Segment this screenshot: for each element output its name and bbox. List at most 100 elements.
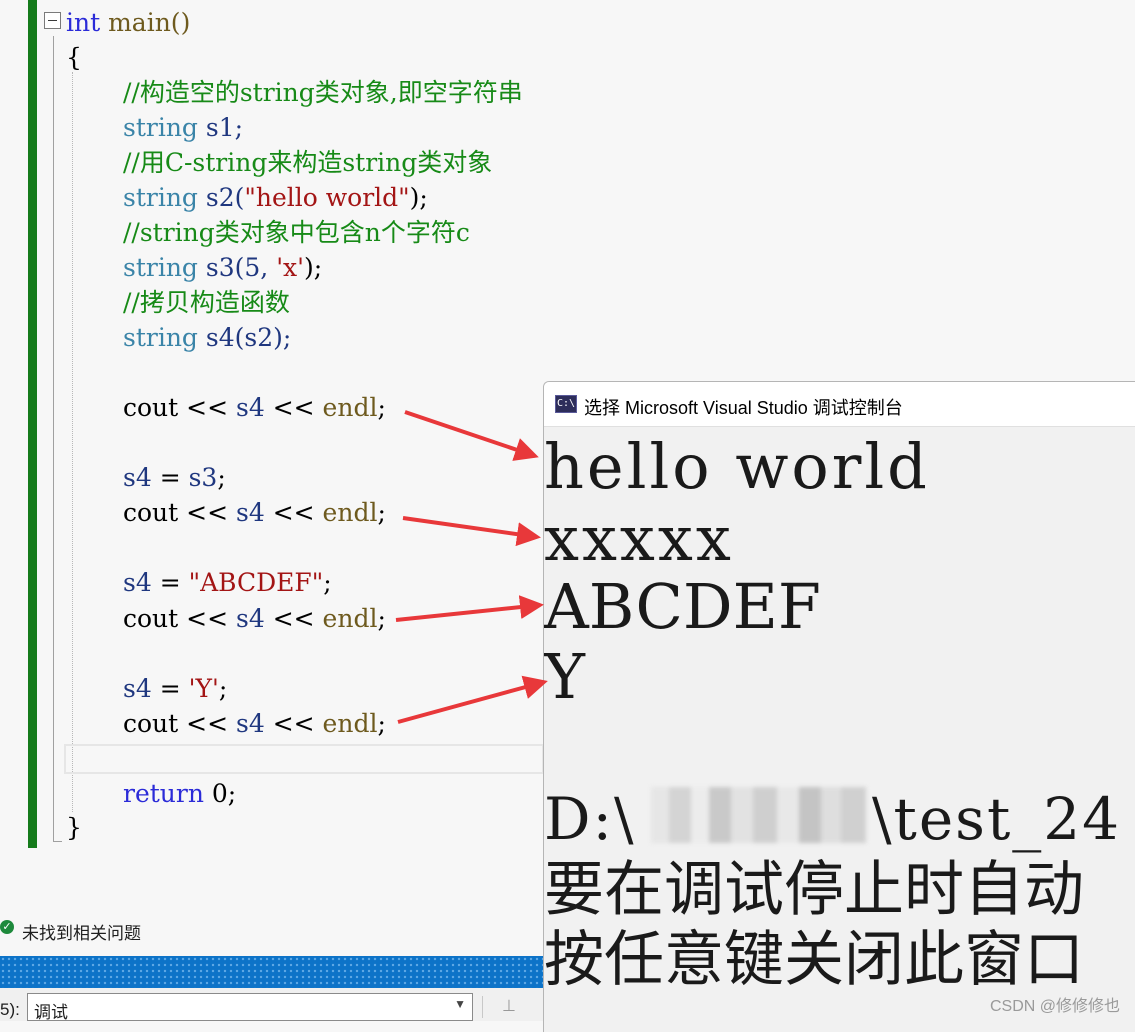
code-line-cout-4[interactable]: cout << s4 << endl;: [123, 706, 386, 741]
keyword-return: return: [123, 779, 204, 808]
identifier-s4: s4: [236, 498, 265, 527]
stream-operator: <<: [264, 498, 323, 527]
debug-console-window[interactable]: C:\ 选择 Microsoft Visual Studio 调试控制台 hel…: [543, 381, 1135, 1032]
string-literal: "hello world": [244, 183, 410, 212]
type-string: string: [123, 253, 198, 282]
stream-operator: <<: [264, 604, 323, 633]
clear-output-icon[interactable]: ⊥: [496, 996, 522, 1018]
char-literal: 'Y': [188, 674, 219, 703]
code-line-return[interactable]: return 0;: [123, 776, 236, 811]
watermark: CSDN @修修修也: [989, 998, 1120, 1015]
console-output-line: ABCDEF: [544, 570, 821, 643]
output-source-label: 5):: [0, 1000, 20, 1019]
function-main: main(): [100, 8, 191, 37]
endl-token: endl: [322, 393, 378, 422]
code-line-comment-1[interactable]: //构造空的string类对象,即空字符串: [123, 75, 523, 110]
collapse-toggle-icon[interactable]: [44, 12, 61, 29]
current-line-highlight: [64, 744, 544, 774]
code-line-s3[interactable]: string s3(5, 'x');: [123, 250, 322, 285]
console-message-line: 按任意键关闭此窗口: [544, 925, 1084, 995]
semicolon: ;: [323, 568, 332, 597]
semicolon: ;: [217, 463, 226, 492]
semicolon: ;: [377, 498, 386, 527]
console-title-bar[interactable]: C:\ 选择 Microsoft Visual Studio 调试控制台: [544, 382, 1135, 427]
fold-guide-end: [53, 841, 62, 842]
semicolon: ;: [377, 393, 386, 422]
type-string: string: [123, 113, 198, 142]
console-path-prefix: D:\: [544, 785, 636, 853]
code-line-main[interactable]: int main(): [66, 5, 190, 40]
console-output-line: Y: [544, 640, 585, 713]
stream-operator: <<: [178, 604, 236, 633]
semicolon: ;: [218, 674, 228, 703]
code-line-comment-3[interactable]: //string类对象中包含n个字符c: [123, 215, 470, 250]
output-source-select[interactable]: 调试 ▼: [27, 993, 473, 1022]
semicolon: ;: [377, 709, 386, 738]
code-line-cout-3[interactable]: cout << s4 << endl;: [123, 601, 386, 636]
code-line-assign-chr[interactable]: s4 = 'Y';: [123, 671, 227, 706]
output-source-value: 调试: [34, 1003, 68, 1022]
string-literal: "ABCDEF": [188, 568, 324, 597]
identifier-s4: s4: [236, 709, 265, 738]
identifier-s3: s3(5,: [197, 253, 277, 282]
endl-token: endl: [322, 709, 378, 738]
console-message-line: 要在调试停止时自动: [544, 855, 1084, 925]
console-path-suffix: \test_24: [872, 785, 1122, 853]
assign-operator: =: [151, 568, 189, 597]
panel-header-bar: [0, 956, 544, 988]
cout-token: cout: [123, 393, 179, 422]
identifier-s4: s4: [123, 674, 152, 703]
keyword-int: int: [66, 8, 101, 37]
code-line-cout-2[interactable]: cout << s4 << endl;: [123, 495, 386, 530]
open-brace: {: [66, 43, 82, 72]
assign-operator: =: [151, 463, 189, 492]
identifier-s1: s1;: [197, 113, 244, 142]
comment-text: //string类对象中包含n个字符c: [123, 218, 470, 247]
console-title: 选择 Microsoft Visual Studio 调试控制台: [584, 398, 903, 418]
identifier-s4: s4: [236, 604, 265, 633]
console-output-line: hello world: [544, 430, 930, 503]
assign-operator: =: [151, 674, 189, 703]
toolbar-separator: [482, 996, 483, 1018]
punctuation: );: [409, 183, 428, 212]
indent-guide: [72, 72, 73, 812]
cout-token: cout: [123, 604, 179, 633]
punctuation: );: [304, 253, 323, 282]
fold-guide-line: [53, 36, 54, 842]
code-line-open-brace[interactable]: {: [66, 40, 82, 75]
code-line-s2[interactable]: string s2("hello world");: [123, 180, 428, 215]
endl-token: endl: [322, 498, 378, 527]
identifier-s4: s4: [123, 568, 152, 597]
error-status-bar[interactable]: ✓ 未找到相关问题: [0, 916, 544, 944]
code-line-comment-2[interactable]: //用C-string来构造string类对象: [123, 145, 492, 180]
change-tracking-bar: [28, 0, 37, 848]
cout-token: cout: [123, 498, 179, 527]
comment-text: //用C-string来构造string类对象: [123, 148, 493, 177]
code-line-cout-1[interactable]: cout << s4 << endl;: [123, 390, 386, 425]
identifier-s2: s2(: [197, 183, 245, 212]
stream-operator: <<: [264, 709, 323, 738]
semicolon: ;: [377, 604, 386, 633]
char-literal: 'x': [276, 253, 305, 282]
code-line-s1[interactable]: string s1;: [123, 110, 243, 145]
checkmark-icon: ✓: [0, 920, 14, 934]
code-line-close-brace[interactable]: }: [66, 810, 82, 845]
code-line-assign-s3[interactable]: s4 = s3;: [123, 460, 226, 495]
comment-text: //拷贝构造函数: [123, 288, 290, 317]
identifier-s4: s4: [236, 393, 265, 422]
endl-token: endl: [322, 604, 378, 633]
output-toolbar: 5): 调试 ▼ ⊥: [0, 988, 544, 1022]
return-value: 0;: [203, 779, 237, 808]
code-line-comment-4[interactable]: //拷贝构造函数: [123, 285, 290, 320]
identifier-s4: s4: [123, 463, 152, 492]
code-line-s4[interactable]: string s4(s2);: [123, 320, 291, 355]
type-string: string: [123, 323, 198, 352]
console-output-line: xxxxx: [544, 502, 734, 575]
stream-operator: <<: [178, 709, 236, 738]
stream-operator: <<: [178, 498, 236, 527]
identifier-s4: s4(s2);: [197, 323, 292, 352]
status-text: 未找到相关问题: [22, 924, 141, 943]
close-brace: }: [66, 813, 82, 842]
type-string: string: [123, 183, 198, 212]
code-line-assign-str[interactable]: s4 = "ABCDEF";: [123, 565, 332, 600]
